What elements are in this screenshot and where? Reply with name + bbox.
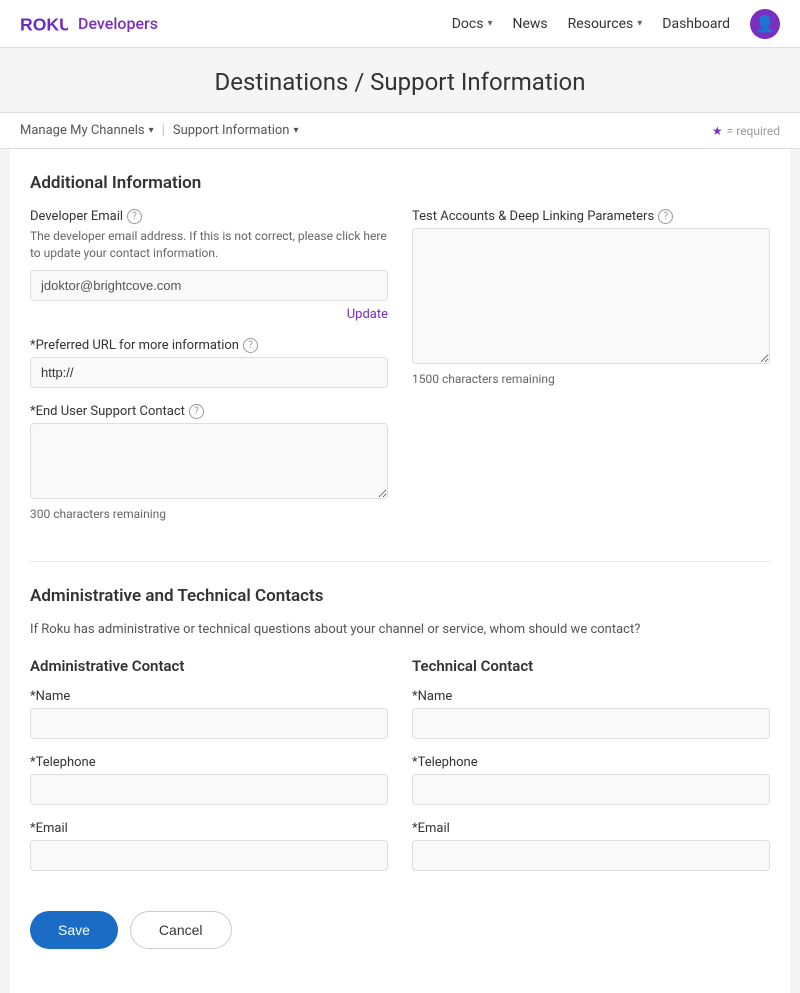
tech-email-input[interactable]	[412, 840, 770, 871]
chevron-down-icon: ▾	[487, 18, 492, 29]
end-user-support-group: *End User Support Contact ? 300 characte…	[30, 404, 388, 521]
update-link[interactable]: Update	[30, 307, 388, 322]
left-col: Developer Email ? The developer email ad…	[30, 209, 388, 537]
contacts-section: Administrative and Technical Contacts If…	[30, 586, 770, 887]
section-divider	[30, 561, 770, 562]
tech-name-label: *Name	[412, 689, 770, 704]
developer-email-label: Developer Email ?	[30, 209, 388, 224]
required-legend: ★ = required	[712, 124, 780, 138]
navbar: ROKU Developers Docs ▾ News Resources ▾ …	[0, 0, 800, 48]
nav-docs[interactable]: Docs ▾	[452, 16, 493, 32]
page-title: Destinations / Support Information	[0, 68, 800, 96]
admin-email-group: *Email	[30, 821, 388, 871]
end-user-support-help-icon[interactable]: ?	[189, 404, 204, 419]
chevron-down-icon: ▾	[637, 18, 642, 29]
admin-email-input[interactable]	[30, 840, 388, 871]
user-avatar-icon[interactable]: 👤	[750, 9, 780, 39]
developer-email-group: Developer Email ? The developer email ad…	[30, 209, 388, 322]
roku-logo: ROKU	[20, 14, 68, 34]
tech-email-group: *Email	[412, 821, 770, 871]
breadcrumb-support-info[interactable]: Support Information ▾	[173, 123, 299, 138]
nav-news[interactable]: News	[513, 16, 548, 32]
tech-telephone-input[interactable]	[412, 774, 770, 805]
admin-telephone-input[interactable]	[30, 774, 388, 805]
admin-telephone-label: *Telephone	[30, 755, 388, 770]
preferred-url-help-icon[interactable]: ?	[243, 338, 258, 353]
admin-name-group: *Name	[30, 689, 388, 739]
tech-telephone-label: *Telephone	[412, 755, 770, 770]
test-accounts-char-count: 1500 characters remaining	[412, 372, 770, 386]
nav-links: Docs ▾ News Resources ▾ Dashboard 👤	[452, 9, 780, 39]
end-user-support-label: *End User Support Contact ?	[30, 404, 388, 419]
test-accounts-help-icon[interactable]: ?	[658, 209, 673, 224]
brand: ROKU Developers	[20, 14, 158, 34]
tech-telephone-group: *Telephone	[412, 755, 770, 805]
page-header: Destinations / Support Information	[0, 48, 800, 113]
main-content: Additional Information Developer Email ?…	[10, 149, 790, 993]
brand-label: Developers	[78, 14, 158, 33]
admin-contact-col: Administrative Contact *Name *Telephone …	[30, 657, 388, 887]
additional-info-section: Additional Information Developer Email ?…	[30, 173, 770, 537]
preferred-url-label: *Preferred URL for more information ?	[30, 338, 388, 353]
right-col: Test Accounts & Deep Linking Parameters …	[412, 209, 770, 537]
breadcrumb-bar: Manage My Channels ▾ | Support Informati…	[0, 113, 800, 149]
developer-email-help-icon[interactable]: ?	[127, 209, 142, 224]
svg-text:ROKU: ROKU	[20, 14, 68, 34]
contacts-section-title: Administrative and Technical Contacts	[30, 586, 770, 606]
breadcrumb: Manage My Channels ▾ | Support Informati…	[20, 123, 299, 138]
breadcrumb-separator: |	[162, 123, 165, 138]
cancel-button[interactable]: Cancel	[130, 911, 232, 949]
admin-name-label: *Name	[30, 689, 388, 704]
tech-email-label: *Email	[412, 821, 770, 836]
preferred-url-input[interactable]	[30, 357, 388, 388]
contacts-description: If Roku has administrative or technical …	[30, 622, 770, 637]
admin-email-label: *Email	[30, 821, 388, 836]
developer-email-description: The developer email address. If this is …	[30, 228, 388, 262]
contacts-grid: Administrative Contact *Name *Telephone …	[30, 657, 770, 887]
test-accounts-group: Test Accounts & Deep Linking Parameters …	[412, 209, 770, 386]
tech-name-group: *Name	[412, 689, 770, 739]
admin-contact-title: Administrative Contact	[30, 657, 388, 675]
admin-telephone-group: *Telephone	[30, 755, 388, 805]
tech-name-input[interactable]	[412, 708, 770, 739]
preferred-url-group: *Preferred URL for more information ?	[30, 338, 388, 388]
button-row: Save Cancel	[30, 911, 770, 969]
admin-name-input[interactable]	[30, 708, 388, 739]
technical-contact-title: Technical Contact	[412, 657, 770, 675]
save-button[interactable]: Save	[30, 911, 118, 949]
nav-resources[interactable]: Resources ▾	[568, 16, 643, 32]
technical-contact-col: Technical Contact *Name *Telephone *Emai…	[412, 657, 770, 887]
developer-email-input[interactable]	[30, 270, 388, 301]
test-accounts-textarea[interactable]	[412, 228, 770, 364]
chevron-down-icon: ▾	[149, 125, 154, 136]
chevron-down-icon: ▾	[294, 125, 299, 136]
end-user-support-textarea[interactable]	[30, 423, 388, 499]
nav-dashboard[interactable]: Dashboard	[662, 16, 730, 32]
asterisk-icon: ★	[712, 124, 723, 138]
breadcrumb-manage-channels[interactable]: Manage My Channels ▾	[20, 123, 154, 138]
test-accounts-label: Test Accounts & Deep Linking Parameters …	[412, 209, 770, 224]
additional-info-title: Additional Information	[30, 173, 770, 193]
additional-info-grid: Developer Email ? The developer email ad…	[30, 209, 770, 537]
end-user-support-char-count: 300 characters remaining	[30, 507, 388, 521]
